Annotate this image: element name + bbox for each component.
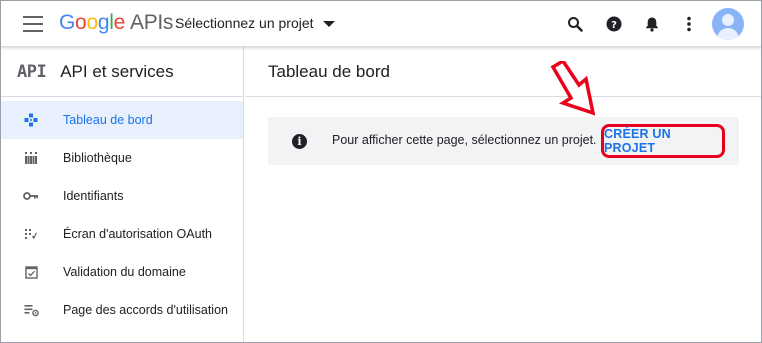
annotation-arrow-icon	[550, 61, 596, 116]
sidebar-item-label: Validation du domaine	[63, 265, 186, 279]
sidebar-item-agreements[interactable]: Page des accords d'utilisation	[1, 291, 243, 329]
info-icon: i	[292, 134, 307, 149]
search-icon[interactable]	[563, 12, 587, 36]
banner-message: Pour afficher cette page, sélectionnez u…	[332, 133, 597, 147]
agreements-icon	[23, 302, 39, 318]
sidebar-item-oauth-consent[interactable]: Écran d'autorisation OAuth	[1, 215, 243, 253]
dashboard-icon	[23, 112, 39, 128]
oauth-consent-icon	[23, 226, 39, 242]
avatar-head	[722, 14, 734, 26]
domain-verification-icon	[23, 264, 39, 280]
menu-icon[interactable]	[23, 16, 43, 32]
create-project-button[interactable]: CRÉER UN PROJET	[601, 124, 725, 158]
logo-google: Google	[59, 11, 125, 34]
sidebar-item-library[interactable]: Bibliothèque	[1, 139, 243, 177]
sidebar-item-label: Identifiants	[63, 189, 124, 203]
project-selector[interactable]: Sélectionnez un projet	[175, 15, 335, 31]
sidebar-title: API et services	[60, 61, 174, 81]
logo-apis: APIs	[129, 11, 174, 34]
sidebar: API API et services Tableau de bord Bibl…	[1, 47, 244, 342]
library-icon	[23, 150, 39, 166]
select-project-banner: i Pour afficher cette page, sélectionnez…	[268, 117, 739, 165]
page-title: Tableau de bord	[268, 61, 390, 81]
sidebar-item-label: Bibliothèque	[63, 151, 132, 165]
main-content: Tableau de bord i Pour afficher cette pa…	[245, 47, 761, 342]
sidebar-item-dashboard[interactable]: Tableau de bord	[1, 101, 243, 139]
project-selector-label: Sélectionnez un projet	[175, 15, 314, 31]
api-badge: API	[17, 61, 47, 82]
more-vert-icon[interactable]	[677, 12, 701, 36]
svg-text:?: ?	[611, 20, 617, 31]
key-icon	[23, 188, 39, 204]
dropdown-caret-icon	[322, 20, 335, 27]
notifications-icon[interactable]	[640, 12, 664, 36]
sidebar-header: API API et services	[1, 47, 243, 97]
google-apis-logo[interactable]: Google APIs	[59, 11, 173, 35]
console-window: Google APIs Sélectionnez un projet ? API …	[0, 0, 762, 343]
sidebar-item-credentials[interactable]: Identifiants	[1, 177, 243, 215]
sidebar-item-label: Tableau de bord	[63, 113, 153, 127]
help-icon[interactable]: ?	[602, 12, 626, 36]
avatar-body	[717, 28, 739, 40]
page-header: Tableau de bord	[245, 47, 761, 97]
account-avatar[interactable]	[712, 8, 744, 40]
top-app-bar: Google APIs Sélectionnez un projet ?	[1, 1, 761, 47]
sidebar-item-domain-verification[interactable]: Validation du domaine	[1, 253, 243, 291]
sidebar-nav: Tableau de bord Bibliothèque Identifiant…	[1, 97, 243, 329]
sidebar-item-label: Écran d'autorisation OAuth	[63, 227, 212, 241]
sidebar-item-label: Page des accords d'utilisation	[63, 303, 228, 317]
